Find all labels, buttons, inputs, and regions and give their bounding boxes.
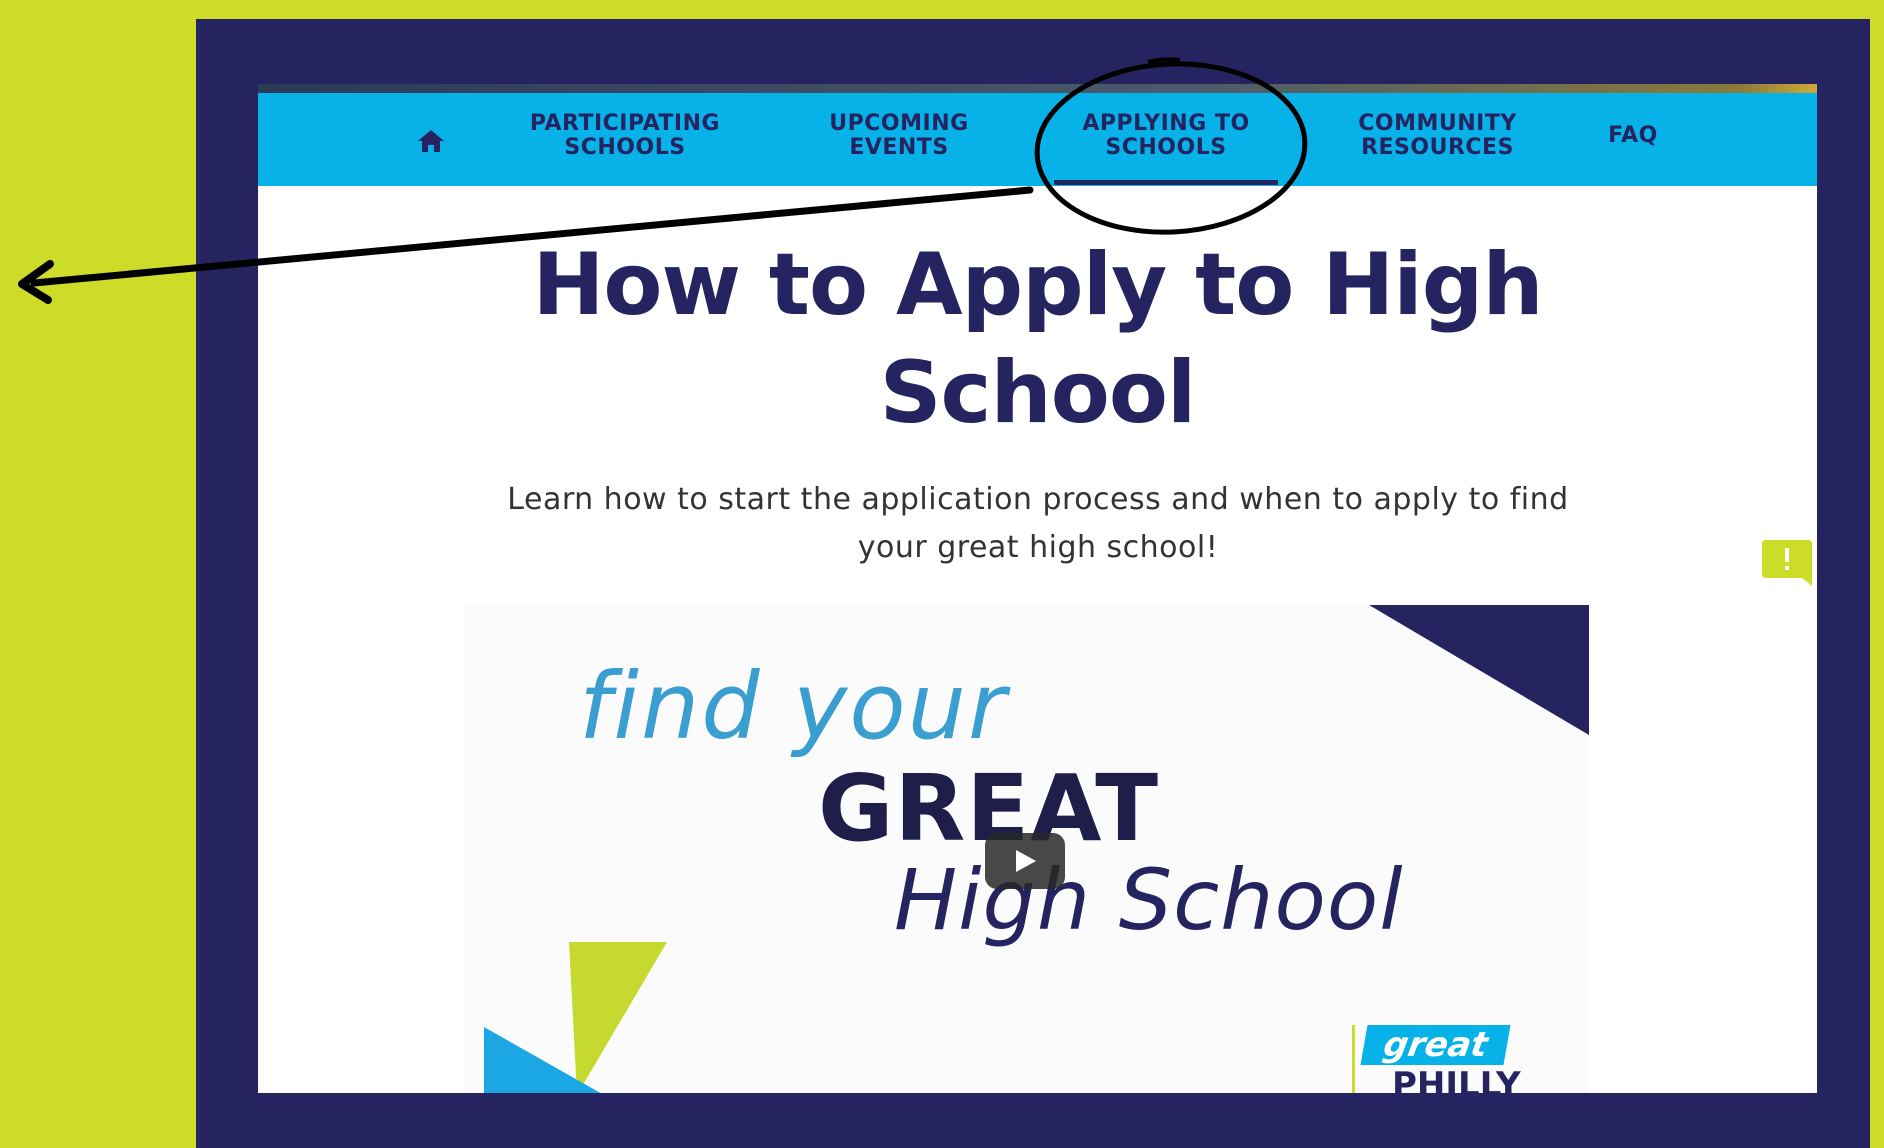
feedback-icon[interactable] bbox=[1762, 540, 1812, 586]
nav-label-line2: SCHOOLS bbox=[564, 135, 686, 160]
green-triangle bbox=[569, 942, 667, 1093]
nav-applying-to-schools[interactable]: APPLYING TO SCHOOLS bbox=[1054, 111, 1278, 185]
page-title: How to Apply to High School bbox=[258, 231, 1817, 447]
video-text-find-your: find your bbox=[579, 653, 1008, 760]
nav-label-line1: PARTICIPATING bbox=[529, 111, 721, 136]
webpage: PARTICIPATING SCHOOLS UPCOMING EVENTS AP… bbox=[258, 84, 1817, 1093]
home-icon[interactable] bbox=[417, 128, 445, 154]
page-subtitle: Learn how to start the application proce… bbox=[438, 476, 1638, 572]
nav-label-line1: UPCOMING bbox=[829, 111, 969, 136]
video-text-high-school: High School bbox=[894, 851, 1404, 949]
nav-label-line2: EVENTS bbox=[849, 135, 949, 160]
nav-label-line1: COMMUNITY bbox=[1358, 111, 1517, 136]
corner-triangle bbox=[1369, 605, 1589, 735]
logo-philly: PHILLY bbox=[1392, 1065, 1521, 1093]
play-button[interactable] bbox=[985, 833, 1065, 889]
nav-participating-schools[interactable]: PARTICIPATING SCHOOLS bbox=[520, 112, 730, 160]
nav-community-resources[interactable]: COMMUNITY RESOURCES bbox=[1350, 112, 1525, 160]
main-nav: PARTICIPATING SCHOOLS UPCOMING EVENTS AP… bbox=[258, 84, 1817, 186]
nav-label-line1: FAQ bbox=[1608, 123, 1658, 148]
page-title-line1: How to Apply to High bbox=[532, 235, 1543, 335]
logo-divider bbox=[1352, 1025, 1355, 1093]
play-icon bbox=[1016, 850, 1036, 872]
nav-upcoming-events[interactable]: UPCOMING EVENTS bbox=[814, 112, 984, 160]
nav-label-line2: RESOURCES bbox=[1361, 135, 1514, 160]
subtitle-line2: your great high school! bbox=[857, 530, 1219, 565]
page-title-line2: School bbox=[879, 343, 1197, 443]
nav-label-line2: SCHOOLS bbox=[1105, 135, 1227, 160]
great-philly-logo: great PHILLY bbox=[1352, 1025, 1527, 1093]
video-player[interactable]: find your GREAT High School great PHILLY bbox=[464, 605, 1589, 1093]
arrow-annotation-head bbox=[18, 260, 54, 304]
active-tab-indicator bbox=[1054, 180, 1278, 185]
nav-faq[interactable]: FAQ bbox=[1593, 124, 1673, 148]
logo-great: great bbox=[1360, 1025, 1511, 1065]
nav-top-strip bbox=[258, 84, 1817, 93]
nav-label-line1: APPLYING TO bbox=[1082, 111, 1250, 136]
subtitle-line1: Learn how to start the application proce… bbox=[507, 482, 1569, 517]
